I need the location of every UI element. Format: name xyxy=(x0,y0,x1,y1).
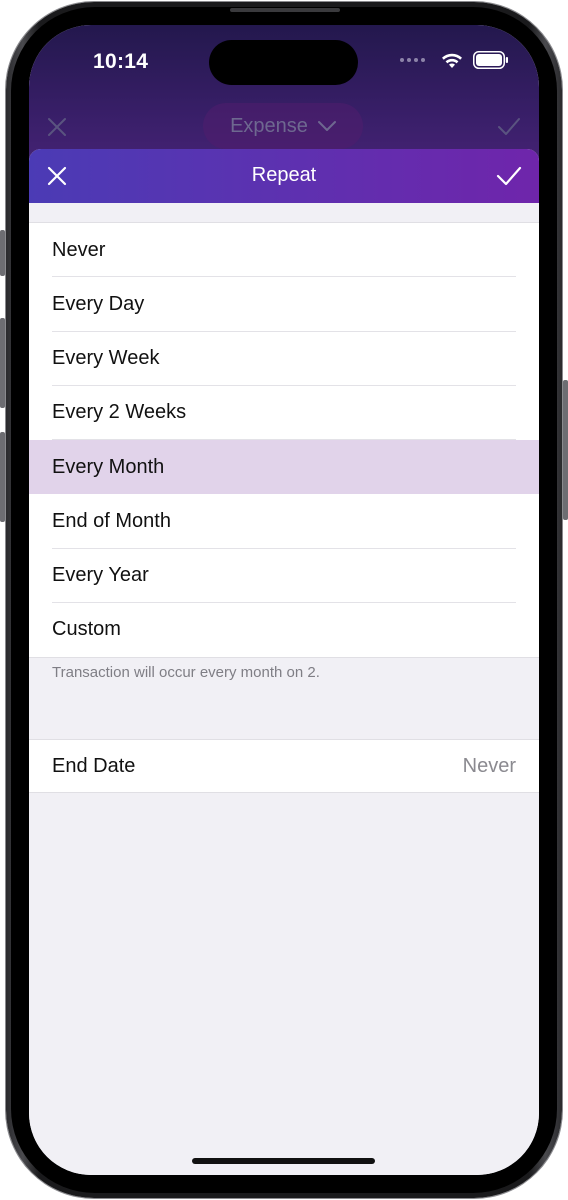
background-navbar: Expense xyxy=(29,103,539,151)
checkmark-icon[interactable] xyxy=(496,165,522,187)
close-icon xyxy=(48,118,66,136)
dynamic-island xyxy=(209,40,358,85)
sheet-title: Repeat xyxy=(251,164,317,186)
repeat-option-every-2-weeks[interactable]: Every 2 Weeks xyxy=(29,386,539,441)
option-label: End of Month xyxy=(52,509,171,532)
end-date-row[interactable]: End Date Never xyxy=(29,739,539,793)
status-icons xyxy=(400,51,509,69)
volume-up-button xyxy=(0,318,5,408)
action-button xyxy=(0,230,5,276)
sheet-navbar: Repeat xyxy=(29,149,539,203)
repeat-option-every-month[interactable]: Every Month xyxy=(29,440,539,495)
chevron-down-icon xyxy=(317,121,336,131)
repeat-option-never[interactable]: Never xyxy=(29,223,539,278)
option-label: Never xyxy=(52,238,106,261)
repeat-option-end-of-month[interactable]: End of Month xyxy=(29,494,539,549)
end-date-value: Never xyxy=(462,754,516,777)
end-date-label: End Date xyxy=(52,754,136,777)
transaction-type-label: Expense xyxy=(230,114,308,137)
option-label: Every Day xyxy=(52,292,145,315)
repeat-option-every-day[interactable]: Every Day xyxy=(29,277,539,332)
option-label: Every Year xyxy=(52,564,149,587)
option-label: Custom xyxy=(52,618,121,641)
signal-dots xyxy=(400,58,425,62)
option-label: Every Week xyxy=(52,347,160,370)
repeat-option-every-year[interactable]: Every Year xyxy=(29,549,539,604)
power-button xyxy=(563,380,568,520)
checkmark-icon xyxy=(498,118,520,135)
option-label: Every 2 Weeks xyxy=(52,401,187,424)
repeat-options-list: Never Every Day Every Week Every 2 Weeks… xyxy=(29,222,539,658)
transaction-type-picker: Expense xyxy=(203,103,363,149)
screen: 10:14 Expense Repeat Never Every Day Eve… xyxy=(29,25,539,1175)
repeat-option-every-week[interactable]: Every Week xyxy=(29,332,539,387)
battery-icon xyxy=(473,51,508,69)
status-time: 10:14 xyxy=(93,50,149,73)
repeat-sheet: Repeat Never Every Day Every Week Every … xyxy=(29,149,539,1175)
wifi-icon xyxy=(442,53,462,68)
option-label: Every Month xyxy=(52,455,165,478)
repeat-footnote: Transaction will occur every month on 2. xyxy=(52,664,320,681)
volume-down-button xyxy=(0,432,5,522)
speaker-grille xyxy=(230,8,340,12)
home-indicator[interactable] xyxy=(192,1158,375,1164)
repeat-option-custom[interactable]: Custom xyxy=(29,603,539,657)
